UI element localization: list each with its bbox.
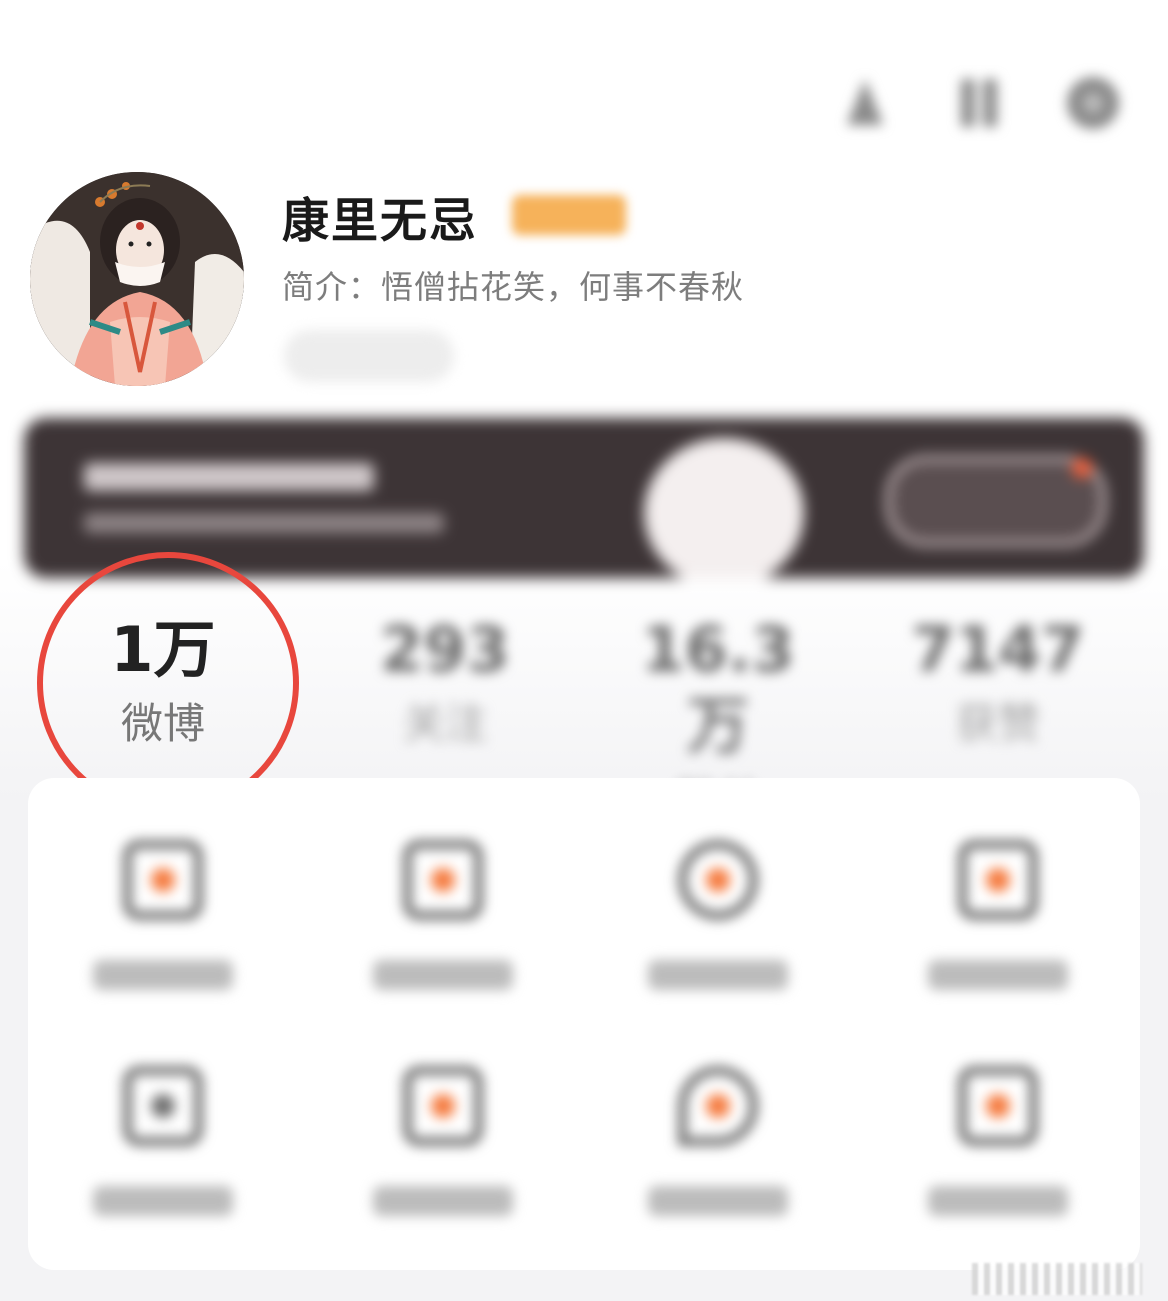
grid-item-7[interactable] <box>618 1066 818 1216</box>
stat-value: 7147 <box>911 613 1085 686</box>
vip-badge[interactable] <box>512 195 626 235</box>
grid-item-label <box>648 960 788 990</box>
banner-subtitle <box>84 513 444 533</box>
stat-likes[interactable]: 7147 获赞 <box>898 612 1098 754</box>
highlight-circle <box>37 552 299 814</box>
bio-text: 悟僧拈花笑，何事不春秋 <box>381 268 745 306</box>
stat-label: 获赞 <box>955 699 1040 748</box>
avatar[interactable] <box>30 172 244 386</box>
grid-item-2[interactable] <box>343 840 543 990</box>
shirt-icon <box>958 1066 1038 1146</box>
bio-label: 简介： <box>282 268 382 306</box>
calendar-icon <box>123 1066 203 1146</box>
fans-icon <box>958 840 1038 920</box>
grid-item-1[interactable] <box>63 840 263 990</box>
grid-item-label <box>93 960 233 990</box>
stat-label: 关注 <box>402 699 487 748</box>
stat-value: 293 <box>380 613 510 686</box>
grid-item-label <box>373 960 513 990</box>
grid-item-4[interactable] <box>898 840 1098 990</box>
settings-icon[interactable] <box>1058 68 1128 138</box>
like-icon <box>403 840 483 920</box>
history-icon <box>678 840 758 920</box>
banner-notification-dot <box>1072 458 1092 478</box>
shopping-bag-icon <box>403 1066 483 1146</box>
function-grid-card <box>28 778 1140 1270</box>
grid-item-label <box>928 960 1068 990</box>
grid-item-6[interactable] <box>343 1066 543 1216</box>
top-toolbar <box>830 68 1128 138</box>
qr-code-icon[interactable] <box>944 68 1014 138</box>
stat-value: 16.3万 <box>641 613 795 762</box>
banner-title <box>84 463 374 491</box>
banner-illustration <box>644 438 804 578</box>
profile-tag-chip[interactable] <box>284 330 454 382</box>
grid-item-5[interactable] <box>63 1066 263 1216</box>
profile-name: 康里无忌 <box>282 194 478 249</box>
my-photos-icon <box>123 840 203 920</box>
avatar-illustration <box>30 172 244 386</box>
stat-following[interactable]: 293 关注 <box>345 612 545 754</box>
grid-item-label <box>93 1186 233 1216</box>
profile-icon[interactable] <box>830 68 900 138</box>
grid-item-label <box>928 1186 1068 1216</box>
grid-item-label <box>373 1186 513 1216</box>
grid-item-3[interactable] <box>618 840 818 990</box>
location-icon <box>678 1066 758 1146</box>
watermark <box>972 1263 1142 1295</box>
profile-bio: 简介：悟僧拈花笑，何事不春秋 <box>282 262 744 308</box>
grid-item-8[interactable] <box>898 1066 1098 1216</box>
grid-item-label <box>648 1186 788 1216</box>
